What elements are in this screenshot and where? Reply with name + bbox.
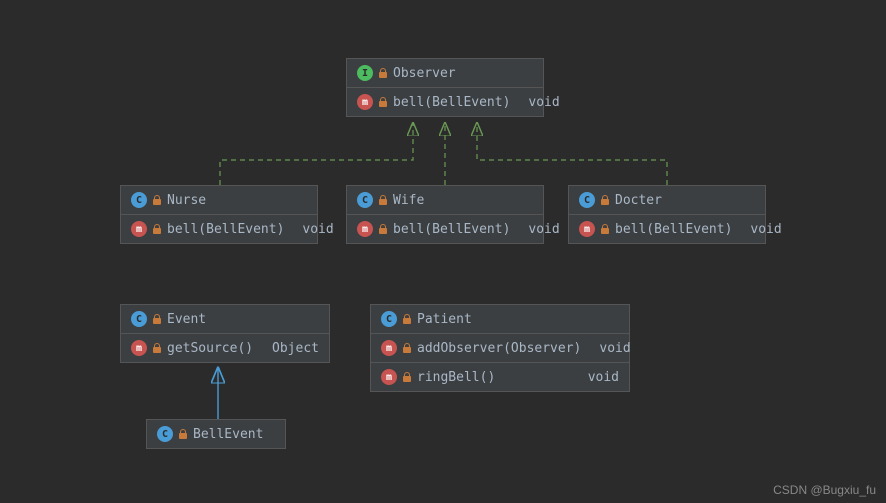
class-icon: C xyxy=(157,426,173,442)
method-row: m getSource() Object xyxy=(121,334,329,362)
class-name: BellEvent xyxy=(193,427,263,442)
method-sig: addObserver(Observer) xyxy=(417,341,581,356)
interface-icon: I xyxy=(357,65,373,81)
method-icon: m xyxy=(579,221,595,237)
class-patient: C Patient m addObserver(Observer) void m… xyxy=(370,304,630,392)
class-header: C Event xyxy=(121,305,329,334)
method-ret: void xyxy=(738,222,781,237)
method-sig: bell(BellEvent) xyxy=(167,222,284,237)
lock-icon xyxy=(601,195,609,205)
lock-icon xyxy=(153,224,161,234)
class-name: Wife xyxy=(393,193,424,208)
lock-icon xyxy=(601,224,609,234)
method-sig: bell(BellEvent) xyxy=(393,95,510,110)
class-header: C Nurse xyxy=(121,186,317,215)
method-sig: bell(BellEvent) xyxy=(393,222,510,237)
lock-icon xyxy=(379,68,387,78)
method-ret: void xyxy=(516,222,559,237)
class-icon: C xyxy=(381,311,397,327)
class-docter: C Docter m bell(BellEvent) void xyxy=(568,185,766,244)
class-observer: I Observer m bell(BellEvent) void xyxy=(346,58,544,117)
class-name: Docter xyxy=(615,193,662,208)
class-icon: C xyxy=(131,192,147,208)
method-row: m bell(BellEvent) void xyxy=(569,215,765,243)
class-header: C Patient xyxy=(371,305,629,334)
class-header: C Wife xyxy=(347,186,543,215)
class-event: C Event m getSource() Object xyxy=(120,304,330,363)
class-name: Patient xyxy=(417,312,472,327)
method-ret: Object xyxy=(260,341,319,356)
method-icon: m xyxy=(381,369,397,385)
lock-icon xyxy=(403,372,411,382)
method-icon: m xyxy=(381,340,397,356)
method-ret: void xyxy=(587,341,630,356)
lock-icon xyxy=(153,343,161,353)
method-row: m bell(BellEvent) void xyxy=(121,215,317,243)
method-row: m ringBell() void xyxy=(371,362,629,391)
method-sig: bell(BellEvent) xyxy=(615,222,732,237)
method-icon: m xyxy=(131,221,147,237)
lock-icon xyxy=(379,97,387,107)
class-header: C BellEvent xyxy=(147,420,285,448)
class-bellevent: C BellEvent xyxy=(146,419,286,449)
method-icon: m xyxy=(357,94,373,110)
lock-icon xyxy=(179,429,187,439)
method-row: m bell(BellEvent) void xyxy=(347,88,543,116)
class-nurse: C Nurse m bell(BellEvent) void xyxy=(120,185,318,244)
method-ret: void xyxy=(516,95,559,110)
method-icon: m xyxy=(357,221,373,237)
method-ret: void xyxy=(576,370,619,385)
lock-icon xyxy=(379,224,387,234)
method-row: m bell(BellEvent) void xyxy=(347,215,543,243)
method-icon: m xyxy=(131,340,147,356)
lock-icon xyxy=(153,314,161,324)
lock-icon xyxy=(153,195,161,205)
class-name: Observer xyxy=(393,66,456,81)
method-sig: getSource() xyxy=(167,341,253,356)
method-row: m addObserver(Observer) void xyxy=(371,334,629,362)
abstract-class-icon: C xyxy=(131,311,147,327)
class-name: Nurse xyxy=(167,193,206,208)
lock-icon xyxy=(379,195,387,205)
lock-icon xyxy=(403,343,411,353)
lock-icon xyxy=(403,314,411,324)
class-icon: C xyxy=(579,192,595,208)
class-header: C Docter xyxy=(569,186,765,215)
method-sig: ringBell() xyxy=(417,370,495,385)
class-wife: C Wife m bell(BellEvent) void xyxy=(346,185,544,244)
class-header: I Observer xyxy=(347,59,543,88)
method-ret: void xyxy=(290,222,333,237)
class-name: Event xyxy=(167,312,206,327)
class-icon: C xyxy=(357,192,373,208)
watermark: CSDN @Bugxiu_fu xyxy=(773,483,876,497)
